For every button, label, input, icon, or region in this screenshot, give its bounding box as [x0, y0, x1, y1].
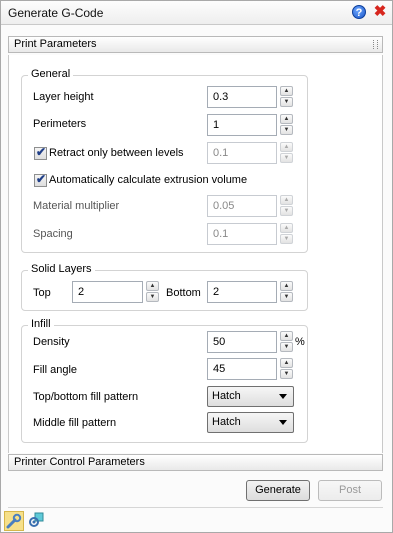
- generate-button[interactable]: Generate: [246, 480, 310, 501]
- print-parameters-panel: General Layer height 0.3 ▲ ▼ Perimeters 1…: [8, 55, 383, 453]
- retract-up-arrow[interactable]: ▲: [280, 142, 293, 152]
- bottom-input[interactable]: 2: [207, 281, 277, 303]
- density-up-arrow[interactable]: ▲: [280, 331, 293, 341]
- retract-checkbox[interactable]: ✔: [34, 145, 47, 160]
- perimeters-label: Perimeters: [33, 118, 87, 130]
- bottom-up-arrow[interactable]: ▲: [280, 281, 293, 291]
- layer-height-spinbox[interactable]: 0.3 ▲ ▼: [207, 86, 293, 108]
- spacing-up-arrow[interactable]: ▲: [280, 223, 293, 233]
- printer-control-parameters-header[interactable]: Printer Control Parameters: [8, 454, 383, 471]
- top-bottom-pattern-label: Top/bottom fill pattern: [33, 391, 139, 403]
- middle-pattern-select[interactable]: Hatch: [207, 412, 294, 433]
- layer-height-up-arrow[interactable]: ▲: [280, 86, 293, 96]
- grip-icon: [373, 40, 378, 49]
- solid-layers-group-title: Solid Layers: [28, 263, 95, 275]
- spacing-down-arrow[interactable]: ▼: [280, 234, 293, 244]
- check-icon: ✔: [36, 145, 47, 159]
- layer-height-label: Layer height: [33, 91, 94, 103]
- spacing-input[interactable]: 0.1: [207, 223, 277, 245]
- divider: [8, 507, 383, 508]
- material-multiplier-label: Material multiplier: [33, 200, 120, 212]
- fill-angle-input[interactable]: 45: [207, 358, 277, 380]
- layer-height-down-arrow[interactable]: ▼: [280, 97, 293, 107]
- density-unit: %: [295, 336, 305, 348]
- material-multiplier-input[interactable]: 0.05: [207, 195, 277, 217]
- help-icon[interactable]: ?: [352, 5, 366, 19]
- fill-angle-down-arrow[interactable]: ▼: [280, 369, 293, 379]
- fill-angle-up-arrow[interactable]: ▲: [280, 358, 293, 368]
- gear-icon[interactable]: [27, 511, 47, 531]
- layer-height-input[interactable]: 0.3: [207, 86, 277, 108]
- perimeters-spinbox[interactable]: 1 ▲ ▼: [207, 114, 293, 136]
- gear-icon-svg: [29, 512, 44, 527]
- middle-pattern-value: Hatch: [212, 416, 241, 428]
- chevron-down-icon: [279, 420, 287, 425]
- density-spinbox[interactable]: 50 ▲ ▼: [207, 331, 293, 353]
- top-bottom-pattern-select[interactable]: Hatch: [207, 386, 294, 407]
- print-parameters-header[interactable]: Print Parameters: [8, 36, 383, 53]
- spacing-spinbox[interactable]: 0.1 ▲ ▼: [207, 223, 293, 245]
- post-button[interactable]: Post: [318, 480, 382, 501]
- retract-input[interactable]: 0.1: [207, 142, 277, 164]
- general-group-title: General: [28, 68, 74, 80]
- bottom-label: Bottom: [166, 287, 201, 299]
- check-icon: ✔: [36, 172, 47, 186]
- material-multiplier-down-arrow[interactable]: ▼: [280, 206, 293, 216]
- retract-spinbox[interactable]: 0.1 ▲ ▼: [207, 142, 293, 164]
- close-icon[interactable]: ✖: [373, 4, 387, 20]
- material-multiplier-up-arrow[interactable]: ▲: [280, 195, 293, 205]
- infill-group-title: Infill: [28, 318, 54, 330]
- title-bar: Generate G-Code ? ✖: [1, 1, 392, 25]
- auto-extrusion-label: Automatically calculate extrusion volume: [49, 174, 248, 186]
- top-down-arrow[interactable]: ▼: [146, 292, 159, 302]
- retract-label: Retract only between levels: [49, 147, 184, 159]
- fill-angle-spinbox[interactable]: 45 ▲ ▼: [207, 358, 293, 380]
- top-up-arrow[interactable]: ▲: [146, 281, 159, 291]
- top-spinbox[interactable]: 2 ▲ ▼: [72, 281, 159, 303]
- wrench-icon-svg: [6, 513, 22, 529]
- top-label: Top: [33, 287, 51, 299]
- middle-pattern-label: Middle fill pattern: [33, 417, 117, 429]
- top-input[interactable]: 2: [72, 281, 143, 303]
- bottom-down-arrow[interactable]: ▼: [280, 292, 293, 302]
- density-input[interactable]: 50: [207, 331, 277, 353]
- perimeters-input[interactable]: 1: [207, 114, 277, 136]
- perimeters-up-arrow[interactable]: ▲: [280, 114, 293, 124]
- retract-down-arrow[interactable]: ▼: [280, 153, 293, 163]
- print-parameters-label: Print Parameters: [14, 38, 97, 50]
- top-bottom-pattern-value: Hatch: [212, 390, 241, 402]
- density-down-arrow[interactable]: ▼: [280, 342, 293, 352]
- density-label: Density: [33, 336, 70, 348]
- wrench-icon[interactable]: [4, 511, 24, 531]
- printer-control-parameters-label: Printer Control Parameters: [14, 456, 145, 468]
- perimeters-down-arrow[interactable]: ▼: [280, 125, 293, 135]
- fill-angle-label: Fill angle: [33, 364, 78, 376]
- spacing-label: Spacing: [33, 228, 73, 240]
- chevron-down-icon: [279, 394, 287, 399]
- material-multiplier-spinbox[interactable]: 0.05 ▲ ▼: [207, 195, 293, 217]
- bottom-spinbox[interactable]: 2 ▲ ▼: [207, 281, 293, 303]
- window-title: Generate G-Code: [8, 6, 104, 20]
- auto-extrusion-checkbox[interactable]: ✔: [34, 172, 47, 187]
